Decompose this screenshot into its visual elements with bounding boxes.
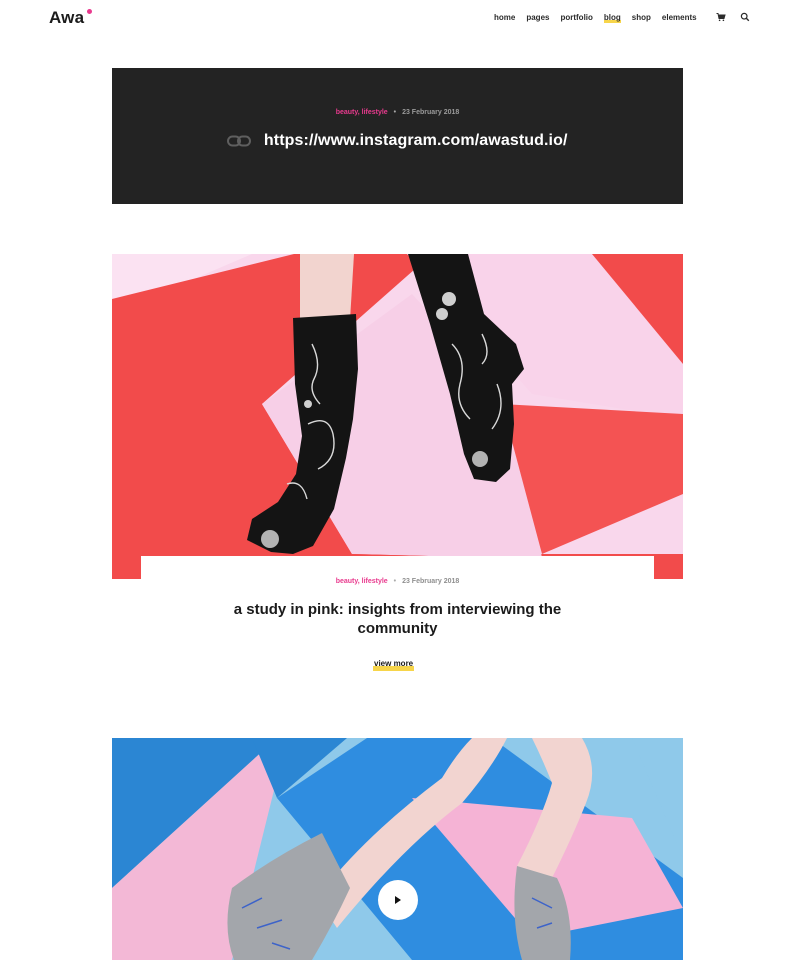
nav-elements[interactable]: elements bbox=[662, 13, 697, 22]
nav-portfolio[interactable]: portfolio bbox=[560, 13, 592, 22]
meta-separator: • bbox=[393, 109, 397, 116]
post-date: 23 February 2018 bbox=[402, 109, 460, 116]
nav-shop[interactable]: shop bbox=[632, 13, 651, 22]
post-categories[interactable]: beauty, lifestyle bbox=[336, 578, 388, 585]
nav-home[interactable]: home bbox=[494, 13, 515, 22]
link-url[interactable]: https://www.instagram.com/awastud.io/ bbox=[264, 132, 568, 150]
post-title[interactable]: a study in pink: insights from interview… bbox=[200, 600, 595, 638]
site-logo[interactable]: Awa bbox=[49, 8, 84, 28]
nav-blog[interactable]: blog bbox=[603, 13, 621, 23]
chain-link-icon bbox=[227, 135, 252, 147]
meta-separator: • bbox=[393, 578, 397, 585]
link-post-meta: beauty, lifestyle • 23 February 2018 bbox=[112, 109, 683, 116]
pink-socks-image[interactable] bbox=[112, 254, 683, 579]
blue-socks-video-thumbnail[interactable] bbox=[112, 738, 683, 960]
logo-dot bbox=[87, 9, 92, 14]
post-date: 23 February 2018 bbox=[402, 578, 460, 585]
post-categories[interactable]: beauty, lifestyle bbox=[336, 109, 388, 116]
main-nav: home pages portfolio blog shop elements bbox=[494, 13, 697, 23]
link-post: beauty, lifestyle • 23 February 2018 htt… bbox=[112, 68, 683, 204]
cart-icon[interactable] bbox=[716, 12, 726, 22]
link-row[interactable]: https://www.instagram.com/awastud.io/ bbox=[112, 132, 683, 150]
nav-pages[interactable]: pages bbox=[526, 13, 549, 22]
search-icon[interactable] bbox=[740, 12, 750, 22]
view-more-button[interactable]: view more bbox=[372, 659, 415, 671]
image-post-meta: beauty, lifestyle • 23 February 2018 bbox=[0, 578, 795, 585]
site-header: Awa home pages portfolio blog shop eleme… bbox=[0, 0, 795, 40]
play-button[interactable] bbox=[378, 880, 418, 920]
